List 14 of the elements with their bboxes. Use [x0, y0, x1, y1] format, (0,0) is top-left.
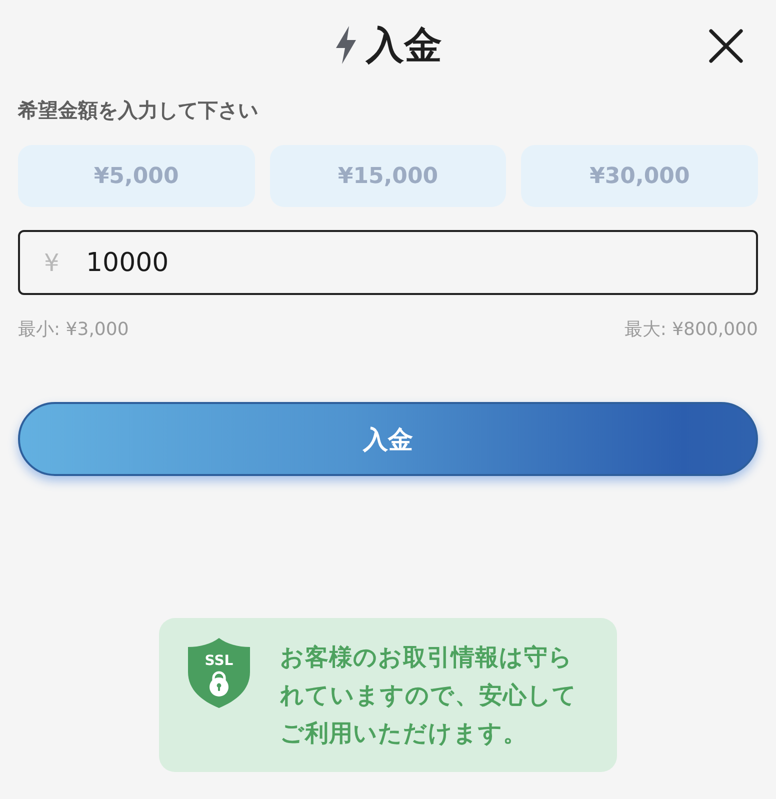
maximum-amount: 最大: ¥800,000 [624, 319, 758, 341]
close-icon [709, 29, 743, 63]
amount-prompt: 希望金額を入力して下さい [18, 98, 259, 122]
deposit-button[interactable]: 入金 [18, 402, 758, 476]
preset-amount-button[interactable]: ¥5,000 [18, 145, 255, 207]
preset-amount-button[interactable]: ¥30,000 [521, 145, 758, 207]
currency-symbol: ¥ [44, 250, 60, 274]
preset-amount-button[interactable]: ¥15,000 [270, 145, 506, 207]
ssl-shield-icon: SSL [187, 638, 251, 708]
security-notice-text: お客様のお取引情報は守られていますので、安心してご利用いただけます。 [280, 642, 578, 749]
minimum-amount: 最小: ¥3,000 [18, 319, 129, 341]
lightning-bolt-icon [334, 26, 358, 64]
close-button[interactable] [708, 28, 744, 64]
dialog-title: 入金 [366, 26, 442, 64]
